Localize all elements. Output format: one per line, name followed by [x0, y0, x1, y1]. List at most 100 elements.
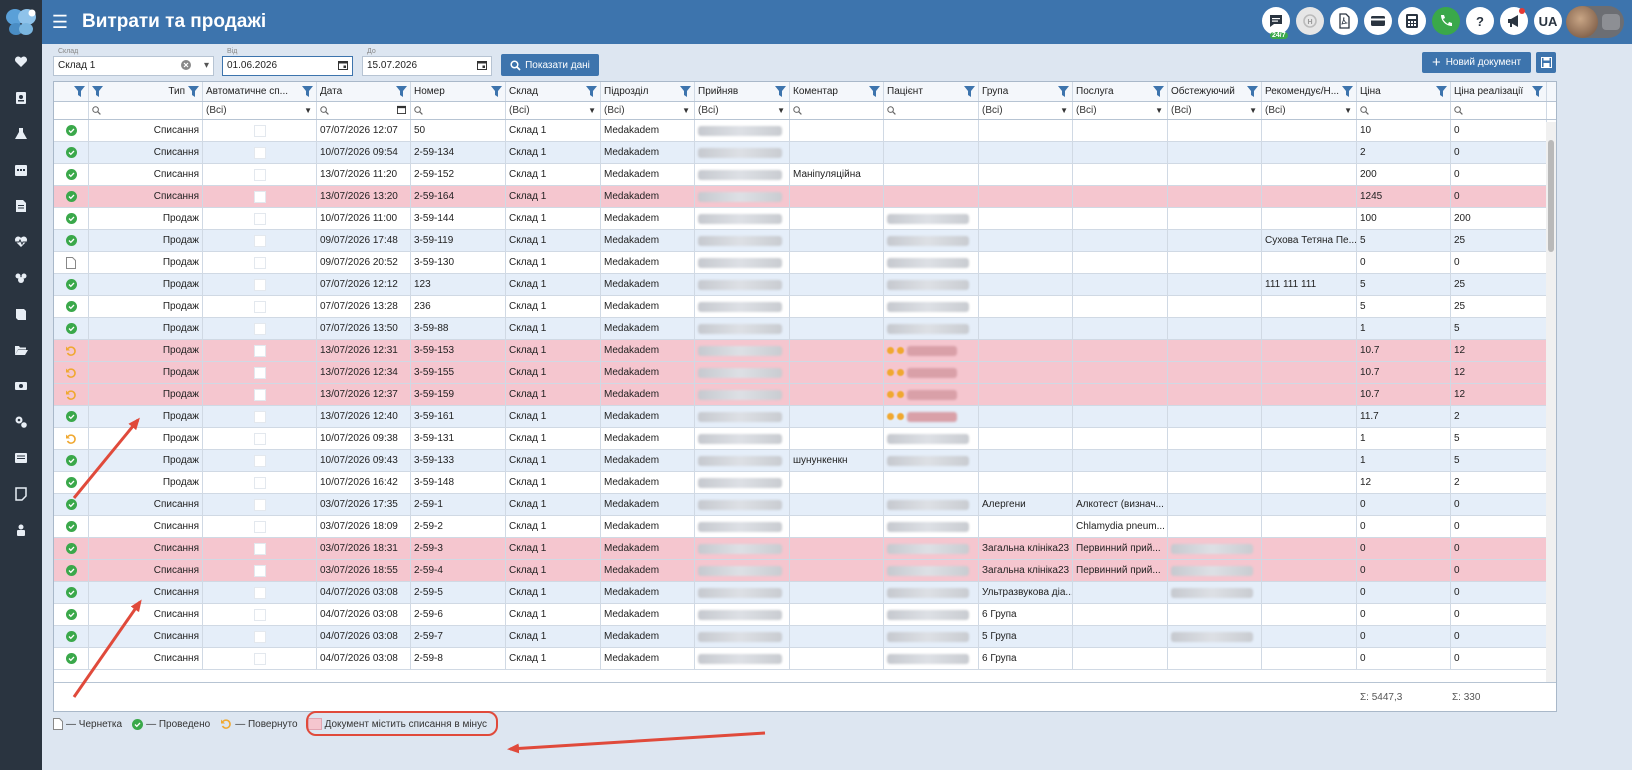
- checkbox[interactable]: [253, 124, 266, 137]
- table-row[interactable]: Списання 07/07/2026 12:07 50 Склад 1 Medakad…: [54, 120, 1556, 142]
- chevron-down-icon[interactable]: ▼: [304, 106, 312, 115]
- save-icon[interactable]: [1536, 52, 1556, 73]
- table-row[interactable]: Продаж 07/07/2026 13:50 3-59-88 Склад 1 Meda…: [54, 318, 1556, 340]
- help-icon[interactable]: ?: [1466, 7, 1494, 35]
- column-header[interactable]: Коментар: [790, 82, 884, 101]
- chevron-down-icon[interactable]: ▼: [1249, 106, 1257, 115]
- checkbox[interactable]: [253, 256, 266, 269]
- column-filter[interactable]: [317, 102, 411, 119]
- chevron-down-icon[interactable]: ▼: [1060, 106, 1068, 115]
- money-icon[interactable]: [0, 368, 42, 404]
- logo-icon[interactable]: [0, 0, 42, 44]
- checkbox[interactable]: [253, 300, 266, 313]
- phone-icon[interactable]: [1432, 7, 1460, 35]
- column-header[interactable]: Група: [979, 82, 1073, 101]
- column-header[interactable]: Рекомендує/Н...: [1262, 82, 1357, 101]
- column-header[interactable]: Склад: [506, 82, 601, 101]
- column-header[interactable]: Тип: [89, 82, 203, 101]
- new-document-button[interactable]: + Новий документ: [1422, 52, 1531, 73]
- column-header[interactable]: Обстежуючий: [1168, 82, 1262, 101]
- calculator-icon[interactable]: [1398, 7, 1426, 35]
- table-row[interactable]: Списання 10/07/2026 09:54 2-59-134 Склад 1 M…: [54, 142, 1556, 164]
- heart-icon[interactable]: [0, 44, 42, 80]
- heartbeat-icon[interactable]: [0, 224, 42, 260]
- column-filter[interactable]: (Всі) ▼: [1168, 102, 1262, 119]
- table-row[interactable]: Списання 03/07/2026 18:55 2-59-4 Склад 1 Med…: [54, 560, 1556, 582]
- table-row[interactable]: Продаж 07/07/2026 12:12 123 Склад 1 Medakade…: [54, 274, 1556, 296]
- users-icon[interactable]: [0, 260, 42, 296]
- column-filter[interactable]: [89, 102, 203, 119]
- table-row[interactable]: Продаж 09/07/2026 17:48 3-59-119 Склад 1 Med…: [54, 230, 1556, 252]
- checkbox[interactable]: [253, 520, 266, 533]
- table-row[interactable]: Списання 13/07/2026 11:20 2-59-152 Склад 1 M…: [54, 164, 1556, 186]
- flask-icon[interactable]: [0, 116, 42, 152]
- checkbox[interactable]: [253, 476, 266, 489]
- table-row[interactable]: Списання 03/07/2026 18:31 2-59-3 Склад 1 Med…: [54, 538, 1556, 560]
- checkbox[interactable]: [253, 542, 266, 555]
- table-row[interactable]: Продаж 13/07/2026 12:40 3-59-161 Склад 1 Med…: [54, 406, 1556, 428]
- menu-icon[interactable]: ☰: [42, 13, 78, 31]
- gears-icon[interactable]: [0, 404, 42, 440]
- column-filter[interactable]: [1451, 102, 1547, 119]
- chevron-down-icon[interactable]: ▾: [204, 60, 209, 71]
- clear-icon[interactable]: [181, 60, 191, 73]
- checkbox[interactable]: [253, 234, 266, 247]
- chevron-down-icon[interactable]: ▼: [777, 106, 785, 115]
- chat-icon[interactable]: 24/7: [1262, 7, 1290, 39]
- book-icon[interactable]: [0, 296, 42, 332]
- vertical-scrollbar[interactable]: [1546, 122, 1556, 682]
- language-selector[interactable]: UA: [1534, 7, 1562, 35]
- table-row[interactable]: Списання 04/07/2026 03:08 2-59-6 Склад 1 Med…: [54, 604, 1556, 626]
- pdf-icon[interactable]: [1330, 7, 1358, 35]
- checkbox[interactable]: [253, 322, 266, 335]
- column-header[interactable]: Ціна: [1357, 82, 1451, 101]
- checkbox[interactable]: [253, 366, 266, 379]
- table-row[interactable]: Продаж 10/07/2026 16:42 3-59-148 Склад 1 Med…: [54, 472, 1556, 494]
- document-icon[interactable]: [0, 188, 42, 224]
- column-header[interactable]: [54, 82, 89, 101]
- checkbox[interactable]: [253, 146, 266, 159]
- note-icon[interactable]: [0, 476, 42, 512]
- column-header[interactable]: Ціна реалізації: [1451, 82, 1547, 101]
- scrollbar-thumb[interactable]: [1548, 140, 1554, 252]
- checkbox[interactable]: [253, 278, 266, 291]
- checkbox[interactable]: [253, 652, 266, 665]
- date-to-field[interactable]: До 15.07.2026: [362, 48, 492, 76]
- date-from-field[interactable]: Від 01.06.2026: [222, 48, 353, 76]
- table-row[interactable]: Списання 04/07/2026 03:08 2-59-8 Склад 1 Med…: [54, 648, 1556, 670]
- chevron-down-icon[interactable]: ▼: [682, 106, 690, 115]
- table-row[interactable]: Продаж 07/07/2026 13:28 236 Склад 1 Medakade…: [54, 296, 1556, 318]
- table-row[interactable]: Продаж 13/07/2026 12:31 3-59-153 Склад 1 Med…: [54, 340, 1556, 362]
- checkbox[interactable]: [253, 212, 266, 225]
- checkbox[interactable]: [253, 454, 266, 467]
- column-filter[interactable]: (Всі) ▼: [695, 102, 790, 119]
- checkbox[interactable]: [253, 630, 266, 643]
- table-row[interactable]: Списання 03/07/2026 18:09 2-59-2 Склад 1 Med…: [54, 516, 1556, 538]
- checkbox[interactable]: [253, 168, 266, 181]
- column-filter[interactable]: (Всі) ▼: [203, 102, 317, 119]
- column-filter[interactable]: [1357, 102, 1451, 119]
- warehouse-select[interactable]: Склад Склад 1 ▾: [53, 48, 214, 76]
- column-header[interactable]: Номер: [411, 82, 506, 101]
- table-row[interactable]: Продаж 10/07/2026 09:43 3-59-133 Склад 1 Med…: [54, 450, 1556, 472]
- user-lock-icon[interactable]: [0, 512, 42, 548]
- calendar-icon[interactable]: [477, 60, 487, 73]
- table-row[interactable]: Продаж 13/07/2026 12:37 3-59-159 Склад 1 Med…: [54, 384, 1556, 406]
- checkbox[interactable]: [253, 344, 266, 357]
- column-filter[interactable]: (Всі) ▼: [1262, 102, 1357, 119]
- avatar[interactable]: [1566, 6, 1624, 38]
- id-card-icon[interactable]: [0, 80, 42, 116]
- checkbox[interactable]: [253, 432, 266, 445]
- table-row[interactable]: Списання 13/07/2026 13:20 2-59-164 Склад 1 M…: [54, 186, 1556, 208]
- checkbox[interactable]: [253, 190, 266, 203]
- list-icon[interactable]: [0, 440, 42, 476]
- column-header[interactable]: Прийняв: [695, 82, 790, 101]
- folder-open-icon[interactable]: [0, 332, 42, 368]
- checkbox[interactable]: [253, 586, 266, 599]
- calendar-icon[interactable]: [338, 60, 348, 73]
- column-header[interactable]: Пацієнт: [884, 82, 979, 101]
- checkbox[interactable]: [253, 498, 266, 511]
- column-filter[interactable]: (Всі) ▼: [979, 102, 1073, 119]
- column-filter[interactable]: [54, 102, 89, 119]
- checkbox[interactable]: [253, 388, 266, 401]
